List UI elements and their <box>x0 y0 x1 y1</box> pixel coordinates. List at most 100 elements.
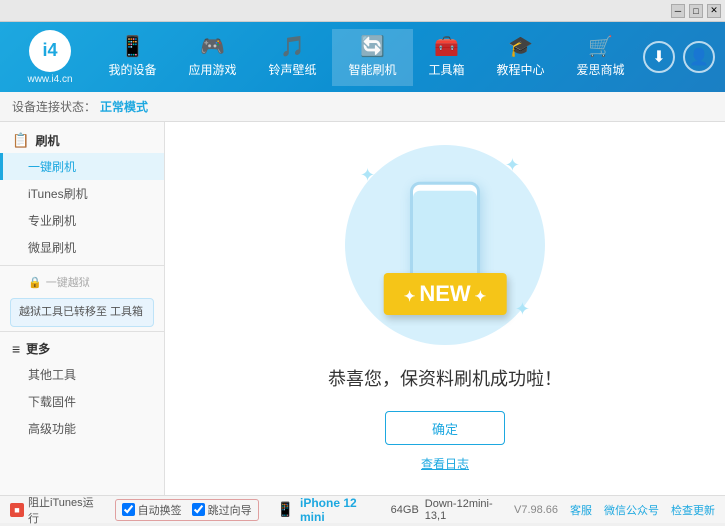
nav-my-device-icon: 📱 <box>120 37 145 57</box>
itunes-stop-area: ■ 阻止iTunes运行 <box>10 494 105 526</box>
via-wizard-check[interactable] <box>192 503 205 516</box>
sidebar-section-more-header: ≡ 更多 <box>0 336 164 361</box>
nav-toolbox-label: 工具箱 <box>429 61 465 78</box>
nav-ringtone-icon: 🎵 <box>280 37 305 57</box>
other-tools-label: 其他工具 <box>28 368 76 382</box>
download-button[interactable]: ⬇ <box>643 41 675 73</box>
sidebar-item-one-key-flash[interactable]: 一键刷机 <box>0 153 164 180</box>
sidebar-item-download-firmware[interactable]: 下载固件 <box>0 388 164 415</box>
via-wizard-checkbox[interactable]: 跳过向导 <box>192 502 252 518</box>
nav-smart-flash[interactable]: 🔄 智能刷机 <box>332 29 412 86</box>
sidebar-item-data-flash[interactable]: 微显刷机 <box>0 234 164 261</box>
auto-update-label: 自动换签 <box>138 502 182 518</box>
bottom-right: V7.98.66 客服 微信公众号 检查更新 <box>514 502 715 518</box>
user-button[interactable]: 👤 <box>683 41 715 73</box>
main-nav: 📱 我的设备 🎮 应用游戏 🎵 铃声壁纸 🔄 智能刷机 🧰 工具箱 🎓 教程中心… <box>90 29 643 86</box>
status-label: 设备连接状态： <box>12 98 96 115</box>
nav-store-icon: 🛒 <box>588 37 613 57</box>
device-icon: 📱 <box>277 501 294 518</box>
nav-ringtone-label: 铃声壁纸 <box>268 61 316 78</box>
sparkle-bottom-right: ✦ <box>515 299 530 320</box>
auto-update-check[interactable] <box>122 503 135 516</box>
auto-update-checkbox[interactable]: 自动换签 <box>122 502 182 518</box>
sidebar-item-other-tools[interactable]: 其他工具 <box>0 361 164 388</box>
sidebar-section-jailbreak: 🔒 一键越狱 越狱工具已转移至 工具箱 <box>0 270 164 327</box>
header-right-buttons: ⬇ 👤 <box>643 41 715 73</box>
logo[interactable]: i4 www.i4.cn <box>10 30 90 85</box>
pro-flash-label: 专业刷机 <box>28 214 76 228</box>
new-badge: NEW <box>384 273 507 315</box>
sidebar-section-flash-header: 📋 刷机 <box>0 128 164 153</box>
flash-section-icon: 📋 <box>12 132 29 149</box>
sidebar-divider-2 <box>0 331 164 332</box>
sidebar-item-pro-flash[interactable]: 专业刷机 <box>0 207 164 234</box>
header: i4 www.i4.cn 📱 我的设备 🎮 应用游戏 🎵 铃声壁纸 🔄 智能刷机… <box>0 22 725 92</box>
nav-my-device-label: 我的设备 <box>108 61 156 78</box>
logo-url: www.i4.cn <box>27 74 72 85</box>
check-update-link[interactable]: 检查更新 <box>671 502 715 518</box>
advanced-label: 高级功能 <box>28 422 76 436</box>
device-info: 📱 iPhone 12 mini 64GB Down-12mini-13,1 <box>277 496 514 524</box>
nav-my-device[interactable]: 📱 我的设备 <box>92 29 172 86</box>
status-bar: 设备连接状态： 正常模式 <box>0 92 725 122</box>
more-section-icon: ≡ <box>12 341 20 357</box>
customer-service-link[interactable]: 客服 <box>570 502 592 518</box>
logo-icon: i4 <box>29 30 71 72</box>
nav-smart-flash-icon: 🔄 <box>360 37 385 57</box>
wechat-link[interactable]: 微信公众号 <box>604 502 659 518</box>
maximize-button[interactable]: □ <box>689 4 703 18</box>
more-section-label: 更多 <box>26 340 50 357</box>
nav-apps-games-icon: 🎮 <box>200 37 225 57</box>
title-bar: ─ □ ✕ <box>0 0 725 22</box>
nav-smart-flash-label: 智能刷机 <box>348 61 396 78</box>
sidebar-jailbreak-locked: 🔒 一键越狱 <box>0 270 164 294</box>
confirm-button[interactable]: 确定 <box>385 411 505 445</box>
version-label: V7.98.66 <box>514 504 558 516</box>
sidebar-divider-1 <box>0 265 164 266</box>
jailbreak-label: 一键越狱 <box>46 274 90 290</box>
bottom-bar: ■ 阻止iTunes运行 自动换签 跳过向导 📱 iPhone 12 mini … <box>0 495 725 523</box>
nav-tutorial-label: 教程中心 <box>497 61 545 78</box>
sparkle-top-right: ✦ <box>505 155 520 176</box>
sidebar-section-flash: 📋 刷机 一键刷机 iTunes刷机 专业刷机 微显刷机 <box>0 128 164 261</box>
phone-illustration: ✦ ✦ ✦ NEW <box>345 145 545 345</box>
download-firmware-label: 下载固件 <box>28 395 76 409</box>
nav-store-label: 爱思商城 <box>577 61 625 78</box>
via-wizard-label: 跳过向导 <box>208 502 252 518</box>
window-controls[interactable]: ─ □ ✕ <box>671 4 721 18</box>
sidebar-item-advanced[interactable]: 高级功能 <box>0 415 164 442</box>
stop-icon: ■ <box>10 503 24 517</box>
nav-apps-games-label: 应用游戏 <box>188 61 236 78</box>
nav-toolbox-icon: 🧰 <box>434 37 459 57</box>
itunes-stop-label: 阻止iTunes运行 <box>28 494 105 526</box>
content-area: ✦ ✦ ✦ NEW 恭喜您，保资料刷机成功啦！ 确定 查看日志 <box>165 122 725 495</box>
one-key-flash-label: 一键刷机 <box>28 160 76 174</box>
status-value: 正常模式 <box>100 98 148 115</box>
data-flash-label: 微显刷机 <box>28 241 76 255</box>
main-area: 📋 刷机 一键刷机 iTunes刷机 专业刷机 微显刷机 🔒 一键越狱 越狱工具… <box>0 122 725 495</box>
sidebar-jailbreak-note: 越狱工具已转移至 工具箱 <box>10 298 154 327</box>
itunes-flash-label: iTunes刷机 <box>28 187 88 201</box>
sidebar: 📋 刷机 一键刷机 iTunes刷机 专业刷机 微显刷机 🔒 一键越狱 越狱工具… <box>0 122 165 495</box>
success-message: 恭喜您，保资料刷机成功啦！ <box>328 365 562 391</box>
nav-tutorial-icon: 🎓 <box>508 37 533 57</box>
device-storage: 64GB <box>391 504 419 516</box>
flash-section-label: 刷机 <box>35 132 59 149</box>
log-link[interactable]: 查看日志 <box>421 455 469 472</box>
nav-store[interactable]: 🛒 爱思商城 <box>561 29 641 86</box>
device-name: iPhone 12 mini <box>300 496 385 524</box>
nav-toolbox[interactable]: 🧰 工具箱 <box>413 29 481 86</box>
phone-screen <box>413 191 477 280</box>
device-model: Down-12mini-13,1 <box>425 498 514 522</box>
nav-tutorial[interactable]: 🎓 教程中心 <box>481 29 561 86</box>
nav-apps-games[interactable]: 🎮 应用游戏 <box>172 29 252 86</box>
sidebar-item-itunes-flash[interactable]: iTunes刷机 <box>0 180 164 207</box>
minimize-button[interactable]: ─ <box>671 4 685 18</box>
bottom-checkboxes: 自动换签 跳过向导 <box>115 499 259 521</box>
sidebar-section-more: ≡ 更多 其他工具 下载固件 高级功能 <box>0 336 164 442</box>
lock-icon: 🔒 <box>28 276 42 289</box>
logo-icon-text: i4 <box>42 40 57 61</box>
close-button[interactable]: ✕ <box>707 4 721 18</box>
sparkle-top-left: ✦ <box>360 165 375 186</box>
nav-ringtone[interactable]: 🎵 铃声壁纸 <box>252 29 332 86</box>
